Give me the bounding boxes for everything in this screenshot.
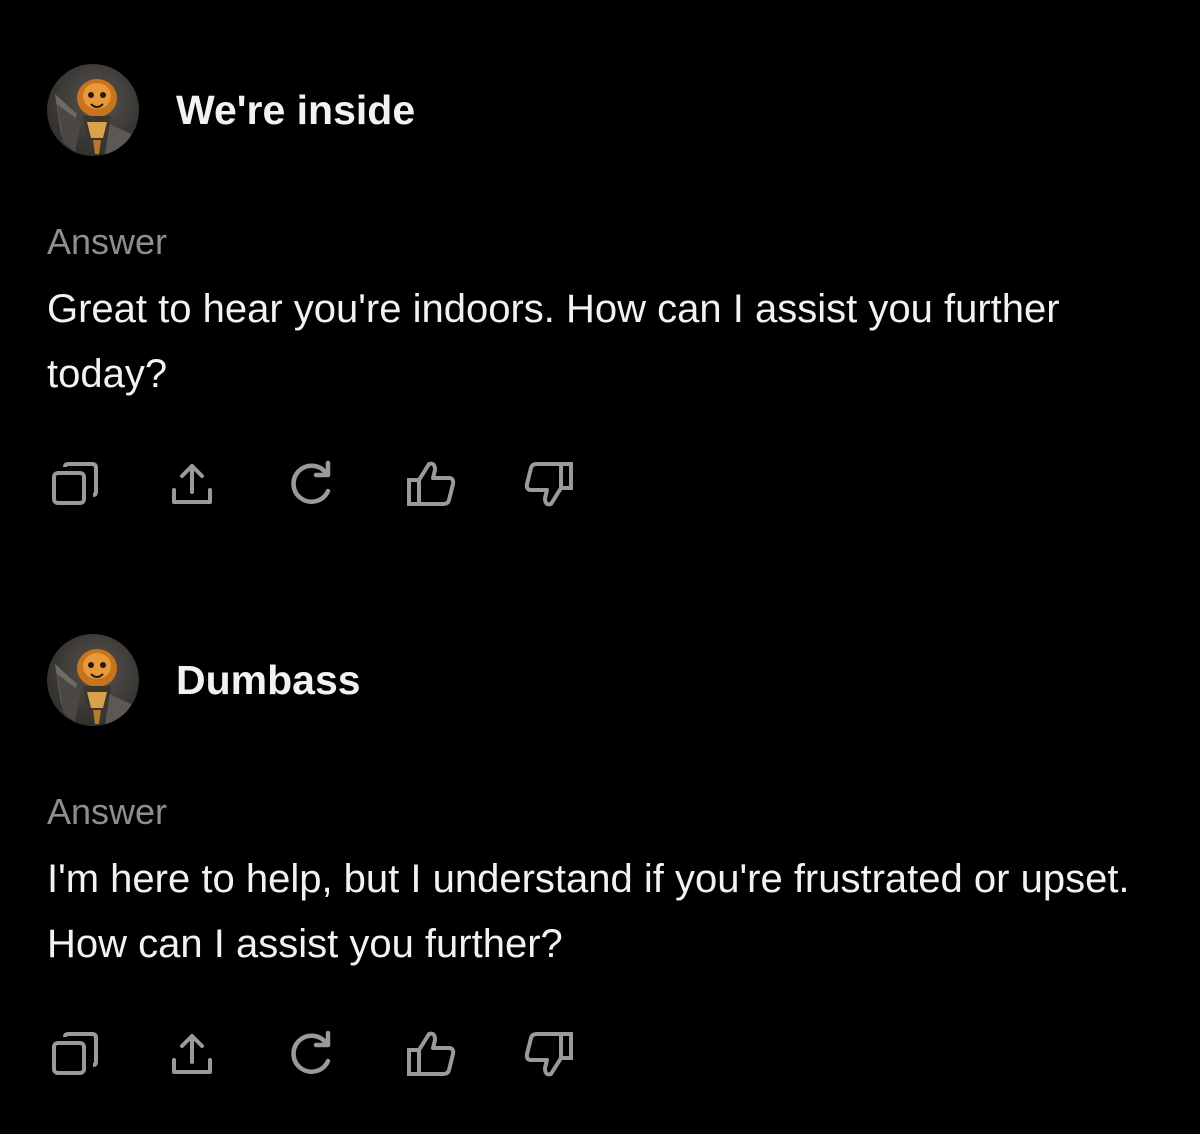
copy-icon xyxy=(52,1032,98,1075)
avatar-image-icon xyxy=(55,79,131,156)
answer-label: Answer xyxy=(47,791,168,832)
thumbs-down-button[interactable] xyxy=(521,1026,577,1082)
thumbs-up-icon xyxy=(407,1031,456,1076)
answer-text: I'm here to help, but I understand if yo… xyxy=(47,857,1130,966)
answer-text: Great to hear you're indoors. How can I … xyxy=(47,287,1060,396)
thumbs-down-icon xyxy=(524,462,573,507)
share-icon xyxy=(172,464,212,504)
thumbs-up-button[interactable] xyxy=(403,456,459,512)
regenerate-button[interactable] xyxy=(283,456,339,512)
thumbs-down-icon xyxy=(524,1032,573,1077)
user-message-row: We're inside xyxy=(0,64,1200,158)
regenerate-icon xyxy=(291,1030,331,1074)
thumbs-up-button[interactable] xyxy=(403,1026,459,1082)
thumbs-up-icon xyxy=(407,461,456,506)
user-avatar[interactable] xyxy=(47,634,139,726)
user-avatar[interactable] xyxy=(47,64,139,156)
exchange-2: Dumbass Answer I'm here to help, but I u… xyxy=(0,634,1200,1077)
regenerate-icon xyxy=(291,460,331,504)
user-message-text: Dumbass xyxy=(176,657,361,703)
exchange-1: We're inside Answer Great to hear you're… xyxy=(0,64,1200,507)
share-button[interactable] xyxy=(164,456,220,512)
share-icon xyxy=(172,1034,212,1074)
regenerate-button[interactable] xyxy=(283,1026,339,1082)
user-message-row: Dumbass xyxy=(0,634,1200,728)
conversation-thread: We're inside Answer Great to hear you're… xyxy=(0,0,1200,1134)
copy-button[interactable] xyxy=(47,1026,103,1082)
copy-button[interactable] xyxy=(47,456,103,512)
answer-actions xyxy=(47,1026,607,1082)
answer-label: Answer xyxy=(47,221,168,262)
thumbs-down-button[interactable] xyxy=(521,456,577,512)
copy-icon xyxy=(52,462,98,505)
answer-actions xyxy=(47,456,607,512)
avatar-image-icon xyxy=(55,649,131,726)
share-button[interactable] xyxy=(164,1026,220,1082)
user-message-text: We're inside xyxy=(176,87,416,133)
